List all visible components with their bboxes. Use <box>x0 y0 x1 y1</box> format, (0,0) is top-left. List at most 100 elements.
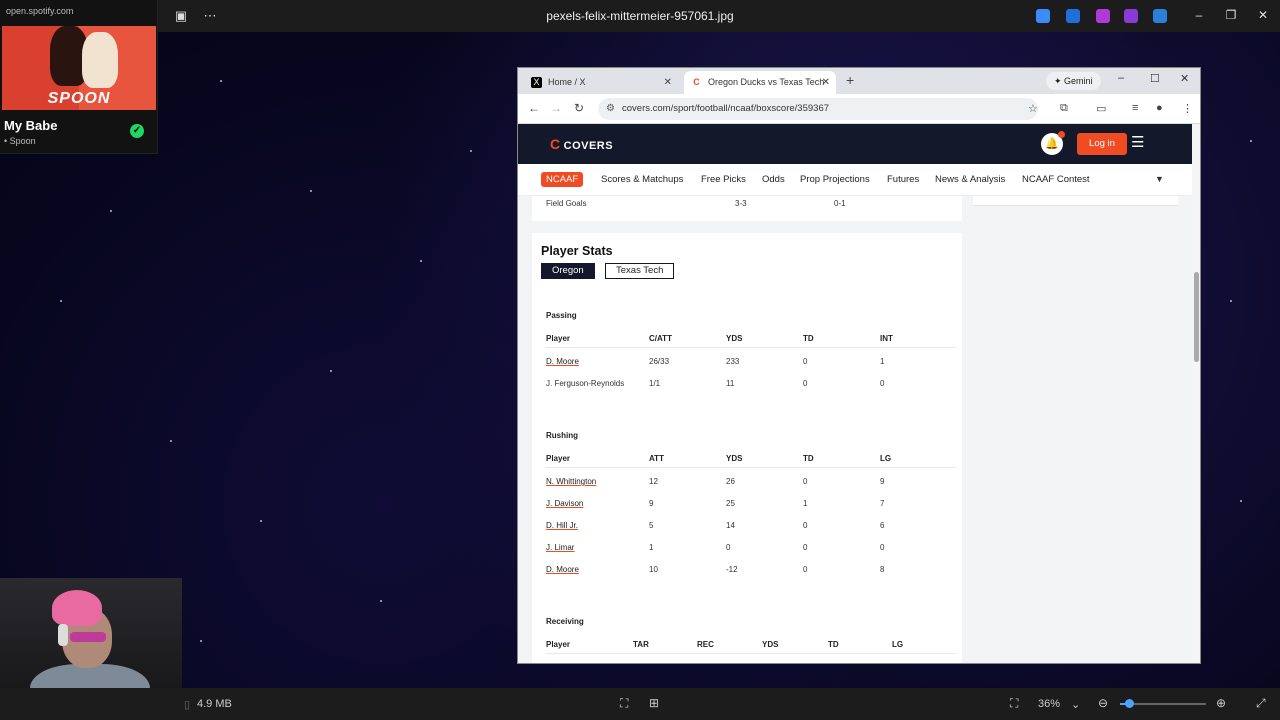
zoom-level[interactable]: 36% <box>1038 698 1060 710</box>
back-icon[interactable]: ← <box>528 101 540 115</box>
passing-header-td: TD <box>803 334 814 343</box>
nav-prop-projections[interactable]: Prop Projections <box>800 174 870 185</box>
team-tab-texas-tech[interactable]: Texas Tech <box>605 263 675 279</box>
player-link[interactable]: D. Hill Jr. <box>546 521 578 530</box>
nav-free-picks[interactable]: Free Picks <box>701 174 746 185</box>
table-cell: 9 <box>649 499 654 508</box>
scrollbar-thumb[interactable] <box>1194 272 1199 362</box>
x-logo-icon: X <box>531 77 542 88</box>
nav-futures[interactable]: Futures <box>887 174 919 185</box>
table-cell: 6 <box>880 521 885 530</box>
table-cell: 10 <box>649 565 658 574</box>
table-cell: 25 <box>726 499 735 508</box>
close-tab-icon[interactable]: ✕ <box>822 71 830 94</box>
reload-icon[interactable]: ↻ <box>574 101 584 115</box>
copilot-icon[interactable] <box>1036 9 1050 23</box>
star <box>110 210 112 212</box>
table-cell: 7 <box>880 499 885 508</box>
table-cell: 0 <box>880 543 885 552</box>
star <box>1250 140 1252 142</box>
zoom-slider-thumb[interactable] <box>1125 699 1134 708</box>
new-tab-icon[interactable]: + <box>846 72 854 88</box>
player-link[interactable]: J. Limar <box>546 543 574 552</box>
star <box>60 300 62 302</box>
saved-check-icon[interactable]: ✓ <box>130 124 144 138</box>
browser-menu-icon[interactable]: ⋮ <box>1182 102 1193 115</box>
rushing-header-lg: LG <box>880 454 892 463</box>
address-bar[interactable]: ⚙ covers.com/sport/football/ncaaf/boxsco… <box>598 98 1038 120</box>
table-cell: 1 <box>649 543 654 552</box>
passing-title: Passing <box>546 311 577 320</box>
sport-nav: NCAAF Scores & Matchups Free Picks Odds … <box>518 164 1192 196</box>
covers-logo-text: COVERS <box>563 140 614 152</box>
browser-window: X Home / X ✕ C Oregon Ducks vs Texas Tec… <box>517 67 1201 664</box>
crop-icon[interactable]: ⛶ <box>620 696 628 711</box>
forward-icon[interactable]: → <box>550 101 562 115</box>
zoom-dropdown-icon[interactable]: ⌄ <box>1071 698 1080 711</box>
team-tab-oregon[interactable]: Oregon <box>541 263 595 279</box>
player-link[interactable]: D. Moore <box>546 565 579 574</box>
nav-ncaaf[interactable]: NCAAF <box>541 172 584 187</box>
hamburger-menu-icon[interactable]: ☰ <box>1131 135 1151 150</box>
zoom-out-icon[interactable]: ⊖ <box>1098 696 1108 710</box>
bookmark-star-icon[interactable]: ☆ <box>1028 102 1038 115</box>
star <box>220 80 222 82</box>
browser-minimize-icon[interactable]: – <box>1118 72 1124 84</box>
table-cell: 0 <box>880 379 885 388</box>
player-link[interactable]: D. Moore <box>546 357 579 366</box>
receiving-header-player: Player <box>546 640 571 649</box>
text-recognize-icon[interactable]: ⊞ <box>649 696 659 710</box>
browser-maximize-icon[interactable]: ☐ <box>1150 72 1160 85</box>
player-link[interactable]: J. Ferguson-Reynolds <box>546 379 624 388</box>
divider <box>546 653 956 654</box>
star <box>310 190 312 192</box>
nav-ncaaf-contest[interactable]: NCAAF Contest <box>1022 174 1090 185</box>
tab-x[interactable]: X Home / X ✕ <box>524 71 678 94</box>
edit-icon[interactable] <box>1066 9 1080 23</box>
onedrive-icon[interactable] <box>1153 9 1167 23</box>
song-title[interactable]: My Babe <box>4 118 57 133</box>
clipchamp-icon[interactable] <box>1124 9 1138 23</box>
artist-name[interactable]: • Spoon <box>4 136 36 146</box>
gemini-button[interactable]: ✦ Gemini <box>1046 72 1101 90</box>
passing-header-int: INT <box>880 334 893 343</box>
designer-icon[interactable] <box>1096 9 1110 23</box>
table-cell: 14 <box>726 521 735 530</box>
player-link[interactable]: J. Davison <box>546 499 583 508</box>
login-button[interactable]: Log in <box>1077 133 1127 155</box>
extensions-icon[interactable]: ⧉ <box>1060 102 1068 115</box>
tab-covers[interactable]: C Oregon Ducks vs Texas Tech Re ✕ <box>684 71 836 110</box>
address-toolbar: ← → ↻ ⚙ covers.com/sport/football/ncaaf/… <box>518 94 1200 124</box>
url-text: covers.com/sport/football/ncaaf/boxscore… <box>622 103 830 114</box>
zoom-in-icon[interactable]: ⊕ <box>1216 696 1226 710</box>
star <box>1230 300 1232 302</box>
reading-list-icon[interactable]: ≡ <box>1132 102 1138 114</box>
sidebar-card <box>973 196 1178 206</box>
cast-icon[interactable]: ▭ <box>1096 102 1106 115</box>
rushing-header-td: TD <box>803 454 814 463</box>
maximize-icon[interactable]: ❐ <box>1222 8 1240 22</box>
close-icon[interactable]: ✕ <box>1254 8 1272 22</box>
nav-odds[interactable]: Odds <box>762 174 785 185</box>
close-tab-icon[interactable]: ✕ <box>664 71 672 94</box>
table-cell: 0 <box>726 543 731 552</box>
fullscreen-icon[interactable]: ⤢ <box>1256 696 1266 711</box>
site-info-icon[interactable]: ⚙ <box>606 98 615 120</box>
fit-to-window-icon[interactable]: ⛶ <box>1010 696 1018 711</box>
star <box>330 370 332 372</box>
viewer-title: pexels-felix-mittermeier-957061.jpg <box>546 9 734 23</box>
nav-more-caret-icon[interactable]: ▼ <box>1155 174 1164 184</box>
browser-close-icon[interactable]: ✕ <box>1180 72 1189 85</box>
nav-scores-matchups[interactable]: Scores & Matchups <box>601 174 683 185</box>
star <box>260 520 262 522</box>
webcam-person-hat <box>52 590 102 626</box>
minimize-icon[interactable]: – <box>1190 8 1208 22</box>
player-link[interactable]: N. Whittington <box>546 477 596 486</box>
covers-logo[interactable]: C COVERS <box>550 136 613 152</box>
album-art-face <box>82 32 118 88</box>
notification-badge <box>1058 131 1065 138</box>
profile-avatar-icon[interactable]: ● <box>1156 102 1163 114</box>
page-scrollbar[interactable] <box>1192 124 1200 663</box>
nav-news-analysis[interactable]: News & Analysis <box>935 174 1005 185</box>
spotify-miniplayer[interactable]: open.spotify.com SPOON My Babe • Spoon ✓ <box>0 0 158 154</box>
